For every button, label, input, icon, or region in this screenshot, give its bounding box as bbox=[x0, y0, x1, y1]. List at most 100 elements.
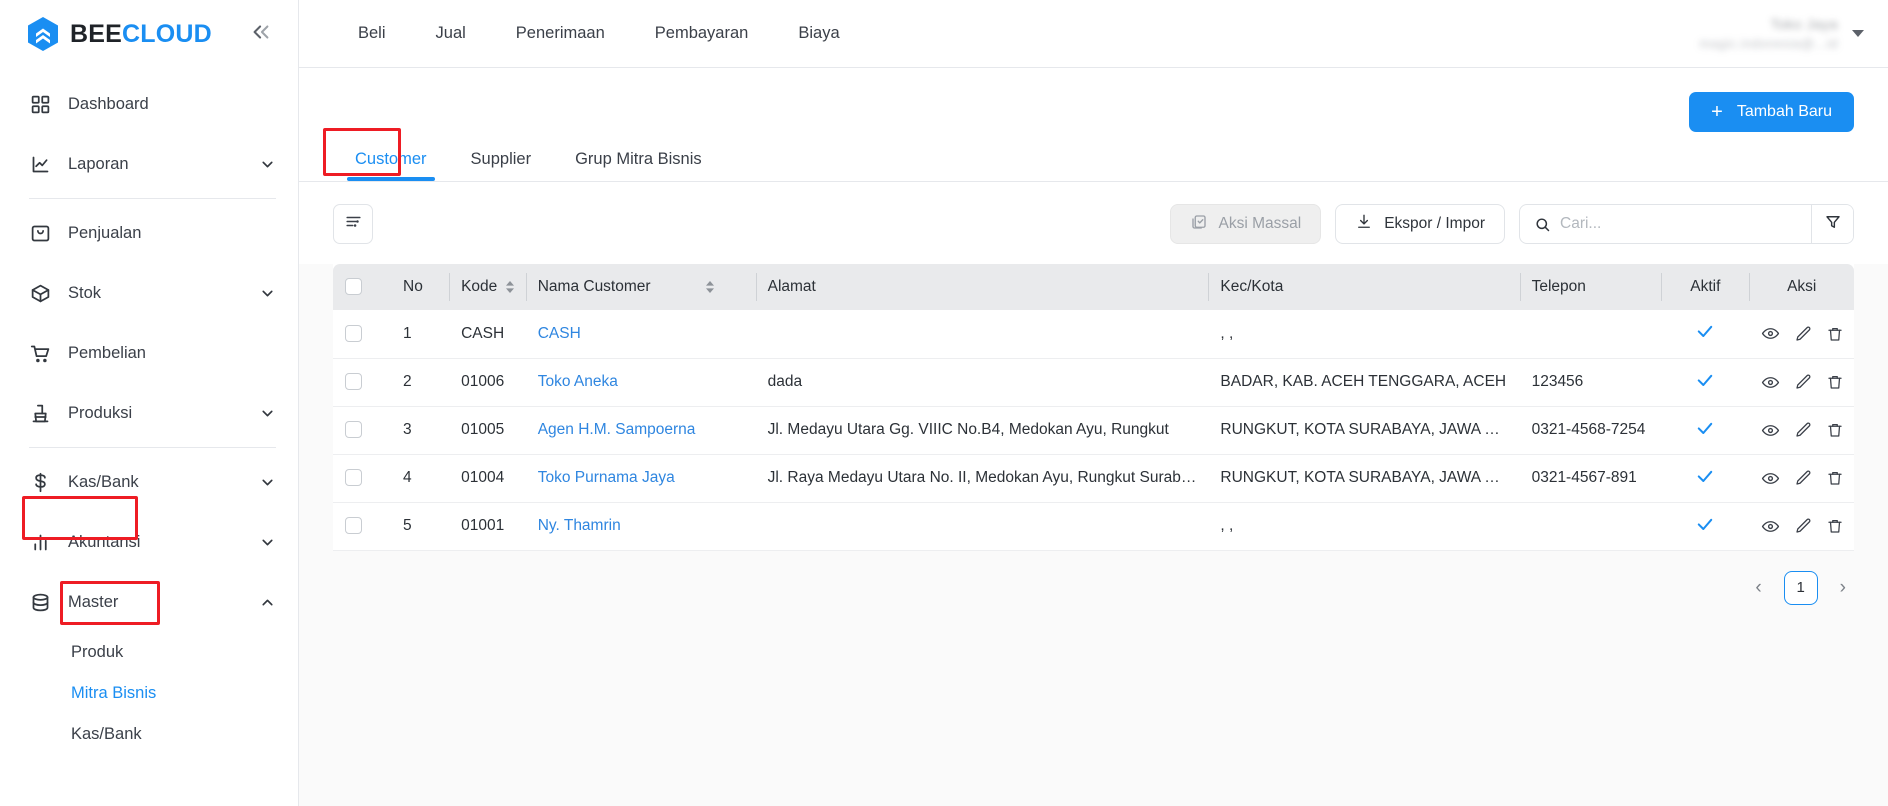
row-select-cell bbox=[333, 310, 392, 359]
cell-nama-customer[interactable]: CASH bbox=[525, 310, 756, 359]
row-checkbox[interactable] bbox=[345, 421, 362, 439]
sidebar-item-kas-bank[interactable]: Kas/Bank bbox=[0, 452, 298, 512]
cell-nama-customer[interactable]: Toko Aneka bbox=[525, 358, 756, 407]
pencil-icon[interactable] bbox=[1794, 325, 1812, 343]
table-row[interactable]: 3 01005 Agen H.M. Sampoerna Jl. Medayu Utar… bbox=[333, 406, 1854, 455]
cell-nama-customer[interactable]: Agen H.M. Sampoerna bbox=[525, 406, 756, 455]
customer-link[interactable]: Agen H.M. Sampoerna bbox=[538, 421, 696, 438]
chevron-down-icon[interactable] bbox=[259, 405, 276, 422]
pencil-icon[interactable] bbox=[1794, 517, 1812, 535]
grid-icon bbox=[29, 93, 51, 115]
sidebar-item-akuntansi[interactable]: Akuntansi bbox=[0, 512, 298, 572]
chevron-down-icon[interactable] bbox=[259, 156, 276, 173]
search-input[interactable] bbox=[1560, 205, 1811, 243]
tab-label: Customer bbox=[355, 150, 427, 168]
eye-icon[interactable] bbox=[1761, 517, 1780, 536]
cell-nama-customer[interactable]: Toko Purnama Jaya bbox=[525, 454, 756, 503]
column-label: Nama Customer bbox=[537, 278, 651, 295]
eye-icon[interactable] bbox=[1761, 421, 1780, 440]
sort-icon[interactable] bbox=[705, 281, 715, 293]
entity-tabs: Customer Supplier Grup Mitra Bisnis bbox=[299, 128, 1888, 182]
cell-aktif bbox=[1661, 502, 1750, 551]
column-header-nama-customer[interactable]: Nama Customer bbox=[525, 264, 756, 310]
trash-icon[interactable] bbox=[1826, 469, 1844, 487]
column-header-kode[interactable]: Kode bbox=[449, 264, 526, 310]
trash-icon[interactable] bbox=[1826, 373, 1844, 391]
sort-icon[interactable] bbox=[505, 281, 515, 293]
topnav-item-beli[interactable]: Beli bbox=[333, 24, 411, 43]
sidebar-subitem-produk[interactable]: Produk bbox=[0, 632, 298, 673]
download-icon bbox=[1355, 213, 1373, 236]
sidebar-item-dashboard[interactable]: Dashboard bbox=[0, 74, 298, 134]
pencil-icon[interactable] bbox=[1794, 469, 1812, 487]
chevron-down-icon[interactable] bbox=[259, 285, 276, 302]
cell-no: 3 bbox=[391, 406, 450, 455]
sidebar-item-label: Akuntansi bbox=[68, 532, 141, 551]
pencil-icon[interactable] bbox=[1794, 373, 1812, 391]
add-new-button[interactable]: + Tambah Baru bbox=[1689, 92, 1854, 132]
trash-icon[interactable] bbox=[1826, 421, 1844, 439]
app-root: BEECLOUD Dashboard Laporan Penjualan Sto… bbox=[0, 0, 1888, 806]
select-all-header bbox=[333, 264, 392, 310]
customer-link[interactable]: Ny. Thamrin bbox=[538, 517, 621, 534]
eye-icon[interactable] bbox=[1761, 469, 1780, 488]
cell-alamat bbox=[755, 502, 1209, 551]
eye-icon[interactable] bbox=[1761, 324, 1780, 343]
check-icon bbox=[1695, 418, 1715, 438]
chevron-up-icon[interactable] bbox=[259, 594, 276, 611]
trash-icon[interactable] bbox=[1826, 325, 1844, 343]
chevron-down-icon[interactable] bbox=[259, 474, 276, 491]
sidebar-item-laporan[interactable]: Laporan bbox=[0, 134, 298, 194]
topnav-item-pembayaran[interactable]: Pembayaran bbox=[630, 24, 774, 43]
chevron-down-icon[interactable] bbox=[259, 534, 276, 551]
table-row[interactable]: 2 01006 Toko Aneka dada BADAR, KAB. ACEH TEN… bbox=[333, 358, 1854, 407]
filter-button[interactable] bbox=[1811, 205, 1853, 243]
cell-telepon bbox=[1519, 310, 1662, 359]
chevron-down-icon[interactable] bbox=[1852, 30, 1864, 37]
row-checkbox[interactable] bbox=[345, 517, 362, 535]
sidebar: BEECLOUD Dashboard Laporan Penjualan Sto… bbox=[0, 0, 299, 806]
customer-link[interactable]: Toko Aneka bbox=[538, 373, 618, 390]
tab-customer[interactable]: Customer bbox=[333, 150, 449, 181]
customer-link[interactable]: Toko Purnama Jaya bbox=[538, 469, 675, 486]
row-checkbox[interactable] bbox=[345, 469, 362, 487]
pencil-icon[interactable] bbox=[1794, 421, 1812, 439]
prev-page-button[interactable]: ‹ bbox=[1747, 573, 1769, 603]
table-row[interactable]: 4 01004 Toko Purnama Jaya Jl. Raya Medayu U… bbox=[333, 454, 1854, 503]
user-menu[interactable]: Toko Jaya magic.indonesia@...id bbox=[1699, 16, 1864, 51]
cell-nama-customer[interactable]: Ny. Thamrin bbox=[525, 502, 756, 551]
page-number-1[interactable]: 1 bbox=[1783, 570, 1818, 605]
cell-kec-kota: , , bbox=[1208, 502, 1520, 551]
column-header-aksi: Aksi bbox=[1749, 264, 1854, 310]
table-row[interactable]: 1 CASH CASH, , bbox=[333, 310, 1854, 359]
topnav-item-biaya[interactable]: Biaya bbox=[773, 24, 864, 43]
sidebar-item-pembelian[interactable]: Pembelian bbox=[0, 323, 298, 383]
topnav-item-penerimaan[interactable]: Penerimaan bbox=[491, 24, 630, 43]
chevrons-left-icon[interactable] bbox=[250, 21, 276, 47]
tab-supplier[interactable]: Supplier bbox=[449, 150, 554, 181]
sidebar-item-stok[interactable]: Stok bbox=[0, 263, 298, 323]
cell-alamat: Jl. Medayu Utara Gg. VIIIC No.B4, Medoka… bbox=[755, 406, 1209, 455]
check-icon bbox=[1695, 321, 1715, 341]
select-all-checkbox[interactable] bbox=[345, 278, 362, 296]
export-import-button[interactable]: Ekspor / Impor bbox=[1335, 204, 1505, 244]
next-page-button[interactable]: › bbox=[1832, 573, 1854, 603]
row-checkbox[interactable] bbox=[345, 325, 362, 343]
bulk-action-button[interactable]: Aksi Massal bbox=[1169, 204, 1322, 244]
factory-icon bbox=[29, 402, 51, 424]
sidebar-item-master[interactable]: Master bbox=[0, 572, 298, 632]
trash-icon[interactable] bbox=[1826, 517, 1844, 535]
topnav-item-jual[interactable]: Jual bbox=[411, 24, 491, 43]
sidebar-subitem-kas-bank[interactable]: Kas/Bank bbox=[0, 714, 298, 755]
funnel-icon bbox=[1824, 213, 1842, 236]
customer-link[interactable]: CASH bbox=[538, 325, 581, 342]
sidebar-subitem-mitra-bisnis[interactable]: Mitra Bisnis bbox=[0, 673, 298, 714]
tab-grup-mitra-bisnis[interactable]: Grup Mitra Bisnis bbox=[553, 150, 724, 181]
table-row[interactable]: 5 01001 Ny. Thamrin , , bbox=[333, 502, 1854, 551]
sidebar-item-penjualan[interactable]: Penjualan bbox=[0, 203, 298, 263]
eye-icon[interactable] bbox=[1761, 373, 1780, 392]
sidebar-item-produksi[interactable]: Produksi bbox=[0, 383, 298, 443]
row-checkbox[interactable] bbox=[345, 373, 362, 391]
column-settings-button[interactable] bbox=[333, 204, 373, 244]
cell-kode: CASH bbox=[449, 310, 526, 359]
